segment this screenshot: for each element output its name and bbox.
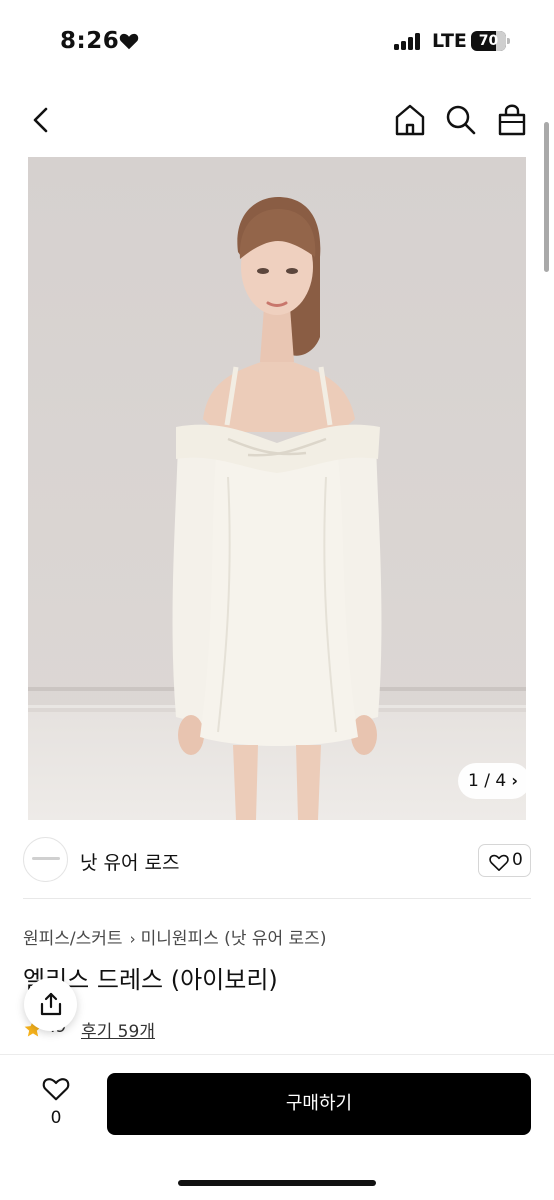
status-time: 8:26: [60, 28, 120, 54]
home-indicator[interactable]: [178, 1180, 376, 1186]
divider: [23, 898, 531, 899]
buy-button[interactable]: 구매하기: [107, 1073, 531, 1135]
brand-name[interactable]: 낫 유어 로즈: [80, 848, 179, 875]
battery-icon: 70: [471, 31, 511, 51]
brand-avatar[interactable]: [23, 837, 68, 882]
heart-icon: [119, 33, 139, 50]
breadcrumb: 원피스/스커트 › 미니원피스 (낫 유어 로즈): [23, 924, 326, 949]
heart-outline-icon: [489, 854, 509, 871]
status-bar: 8:26 LTE 70: [0, 0, 554, 84]
back-arrow-icon[interactable]: [24, 100, 60, 140]
signal-icon: [394, 33, 422, 50]
share-icon: [40, 992, 62, 1016]
breadcrumb-subcategory[interactable]: 미니원피스 (낫 유어 로즈): [141, 929, 327, 949]
scroll-indicator[interactable]: [544, 122, 549, 272]
review-link[interactable]: 후기 59개: [81, 1017, 155, 1042]
home-icon[interactable]: [390, 100, 430, 140]
image-counter-text: 1 / 4: [468, 771, 507, 791]
image-counter[interactable]: 1 / 4 ›: [458, 763, 526, 799]
heart-outline-icon: [42, 1078, 70, 1101]
brand-like-button[interactable]: 0: [478, 844, 531, 877]
like-button[interactable]: 0: [36, 1074, 76, 1134]
chevron-right-icon: ›: [511, 771, 518, 790]
network-type: LTE: [432, 30, 467, 52]
shopping-bag-icon[interactable]: [493, 100, 531, 140]
share-button[interactable]: [24, 978, 77, 1031]
battery-percent: 70: [478, 33, 499, 49]
like-count: 0: [50, 1108, 62, 1128]
product-image[interactable]: 1 / 4 ›: [28, 157, 526, 820]
search-icon[interactable]: [442, 100, 480, 140]
chevron-right-icon: ›: [129, 930, 136, 948]
breadcrumb-category[interactable]: 원피스/스커트: [23, 929, 123, 949]
brand-like-count: 0: [512, 850, 523, 870]
